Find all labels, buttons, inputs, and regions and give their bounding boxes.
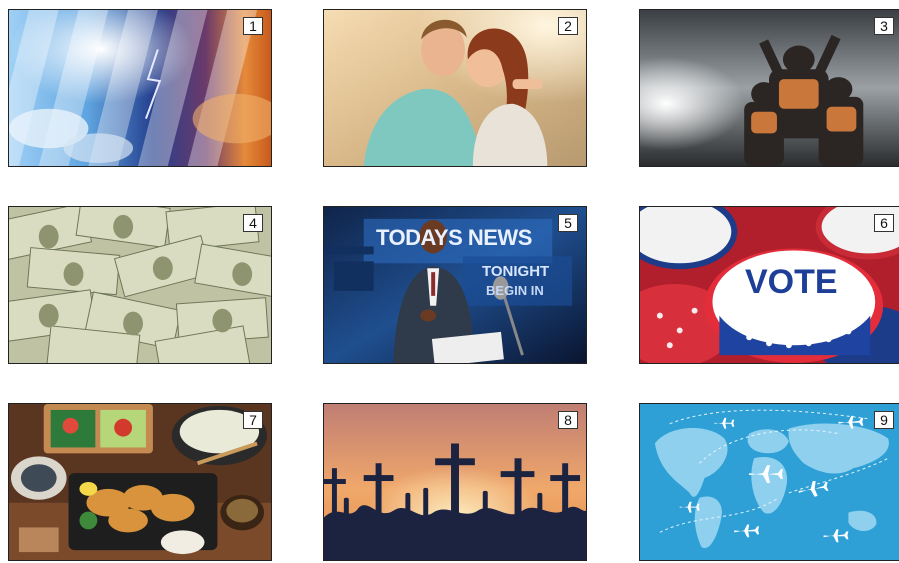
tile-vote[interactable]: VOTE 6 [639,206,899,364]
football-image [640,10,899,166]
tile-football[interactable]: 3 [639,9,899,167]
money-image [9,207,271,363]
world-map-image [640,404,899,560]
tile-number: 3 [874,17,894,35]
food-image [9,404,271,560]
tile-number: 9 [874,411,894,429]
tile-money[interactable]: 4 [8,206,272,364]
couple-image [324,10,586,166]
news-subline-2: BEGIN IN [486,283,544,298]
tile-number: 5 [558,214,578,232]
tile-travel[interactable]: 9 [639,403,899,561]
tile-news[interactable]: TODAYS NEWS TONIGHT BEGIN IN 5 [323,206,587,364]
tile-number: 1 [243,17,263,35]
tile-food[interactable]: 7 [8,403,272,561]
news-subline-1: TONIGHT [482,263,550,280]
tile-weather[interactable]: 1 [8,9,272,167]
tile-number: 6 [874,214,894,232]
tile-number: 8 [558,411,578,429]
tile-number: 7 [243,411,263,429]
crosses-image [324,404,586,560]
vote-label: VOTE [745,263,838,301]
news-headline: TODAYS NEWS [376,225,532,250]
weather-image [9,10,271,166]
tile-number: 4 [243,214,263,232]
tile-religion[interactable]: 8 [323,403,587,561]
tile-number: 2 [558,17,578,35]
tile-romance[interactable]: 2 [323,9,587,167]
